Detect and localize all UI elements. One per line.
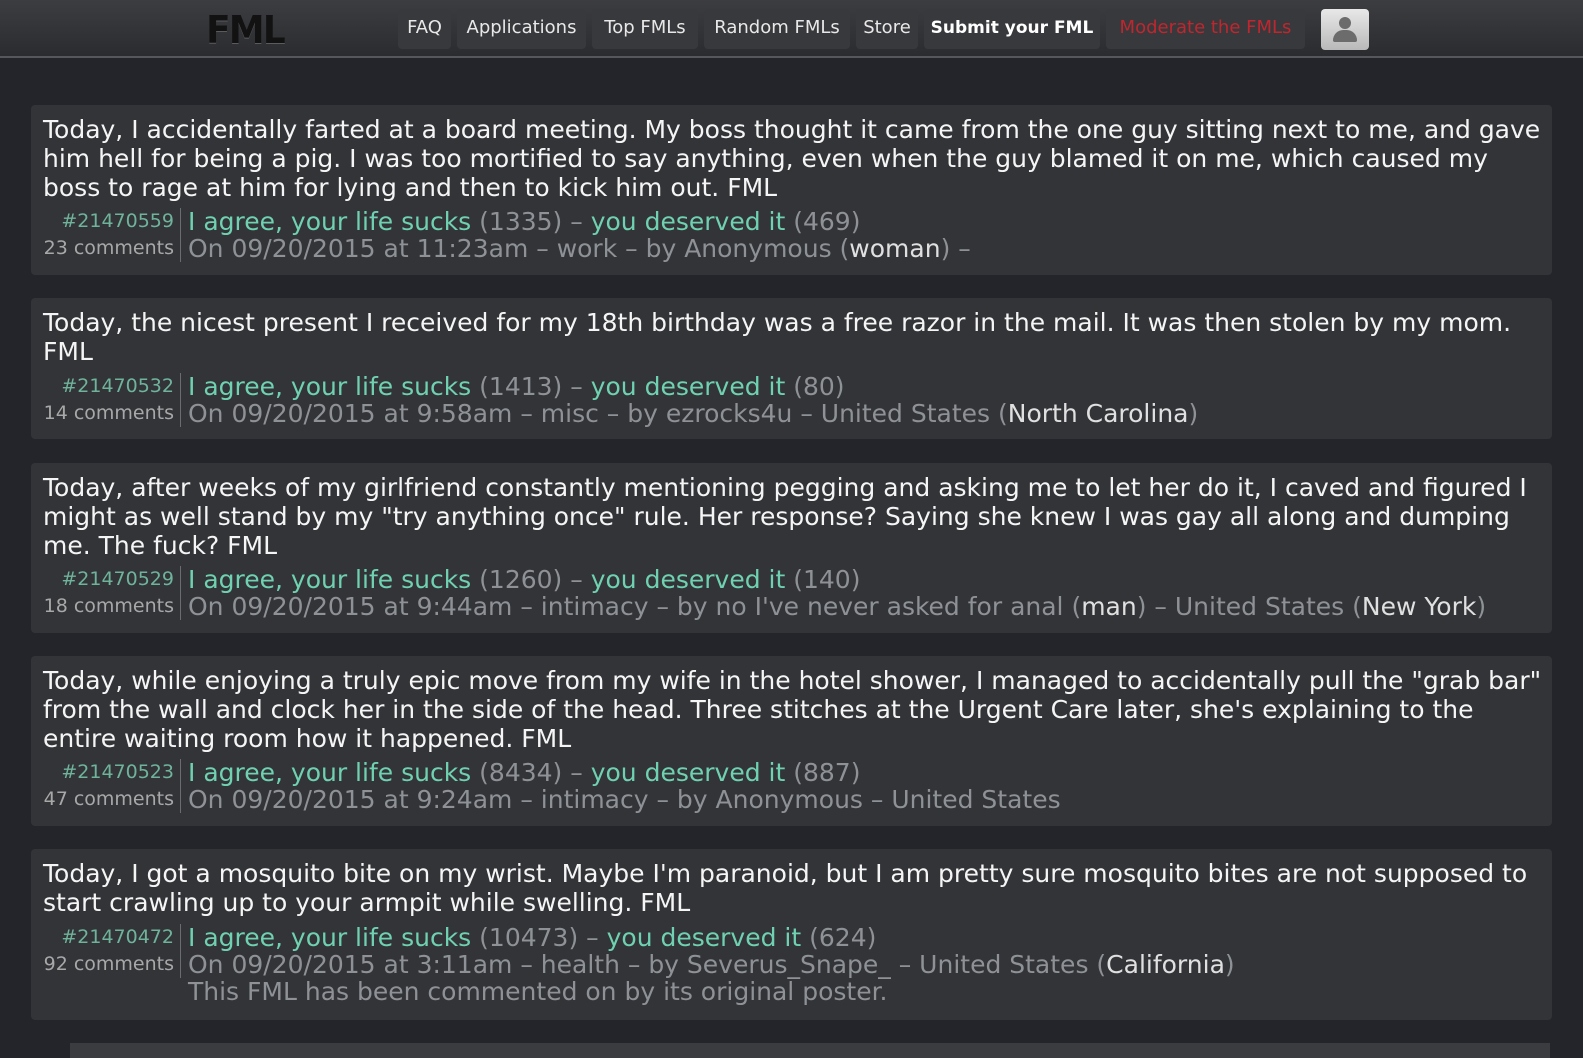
nav-store[interactable]: Store bbox=[856, 9, 918, 49]
post-id-link[interactable]: #21470472 bbox=[31, 924, 174, 951]
date-line: On 09/20/2015 at 9:24am – intimacy – by … bbox=[188, 786, 1538, 813]
post-meta-right: I agree, your life sucks (1260) – you de… bbox=[188, 566, 1538, 620]
agree-count: (1335) bbox=[479, 207, 563, 236]
deserved-count: (140) bbox=[793, 565, 861, 594]
fml-post: Today, I accidentally farted at a board … bbox=[31, 105, 1552, 275]
deserved-count: (624) bbox=[809, 923, 877, 952]
date-category-author: On 09/20/2015 at 11:23am – work – by Ano… bbox=[188, 234, 850, 263]
post-meta-right: I agree, your life sucks (10473) – you d… bbox=[188, 924, 1538, 1005]
date-category-author: On 09/20/2015 at 9:58am – misc – by ezro… bbox=[188, 399, 1008, 428]
fml-post: Today, after weeks of my girlfriend cons… bbox=[31, 463, 1552, 633]
author-region: New York bbox=[1361, 592, 1477, 621]
deserved-link[interactable]: you deserved it bbox=[591, 758, 786, 787]
agree-count: (1413) bbox=[479, 372, 563, 401]
post-text: Today, I accidentally farted at a board … bbox=[43, 115, 1541, 202]
date-tail: ) bbox=[1224, 950, 1235, 979]
post-text: Today, I got a mosquito bite on my wrist… bbox=[43, 859, 1528, 917]
post-meta-right: I agree, your life sucks (1335) – you de… bbox=[188, 208, 1538, 262]
nav-faq[interactable]: FAQ bbox=[398, 9, 451, 49]
separator: – bbox=[562, 207, 591, 236]
post-meta-left: #21470472 92 comments bbox=[31, 924, 181, 978]
date-tail: ) – bbox=[940, 234, 971, 263]
deserved-count: (80) bbox=[793, 372, 845, 401]
post-meta-right: I agree, your life sucks (8434) – you de… bbox=[188, 759, 1538, 813]
author-region: California bbox=[1106, 950, 1225, 979]
fml-post: Today, I got a mosquito bite on my wrist… bbox=[31, 849, 1552, 1020]
agree-link[interactable]: I agree, your life sucks bbox=[188, 565, 471, 594]
post-text: Today, after weeks of my girlfriend cons… bbox=[43, 473, 1527, 560]
fml-post: Today, the nicest present I received for… bbox=[31, 298, 1552, 439]
vote-line: I agree, your life sucks (8434) – you de… bbox=[188, 759, 1538, 786]
agree-count: (8434) bbox=[479, 758, 563, 787]
post-meta-left: #21470529 18 comments bbox=[31, 566, 181, 620]
post-id-link[interactable]: #21470559 bbox=[31, 208, 174, 235]
post-meta-left: #21470532 14 comments bbox=[31, 373, 181, 427]
date-category-author: On 09/20/2015 at 3:11am – health – by Se… bbox=[188, 950, 1107, 979]
vote-line: I agree, your life sucks (1413) – you de… bbox=[188, 373, 1538, 400]
date-category-author: On 09/20/2015 at 9:44am – intimacy – by … bbox=[188, 592, 1082, 621]
author-gender: man bbox=[1081, 592, 1137, 621]
comments-link[interactable]: 18 comments bbox=[31, 593, 174, 620]
date-line: On 09/20/2015 at 9:58am – misc – by ezro… bbox=[188, 400, 1538, 427]
date-line: On 09/20/2015 at 11:23am – work – by Ano… bbox=[188, 235, 1538, 262]
comments-link[interactable]: 47 comments bbox=[31, 786, 174, 813]
post-text: Today, while enjoying a truly epic move … bbox=[43, 666, 1542, 753]
bottom-panel-edge bbox=[70, 1043, 1550, 1058]
deserved-link[interactable]: you deserved it bbox=[591, 372, 786, 401]
post-id-link[interactable]: #21470529 bbox=[31, 566, 174, 593]
post-meta-right: I agree, your life sucks (1413) – you de… bbox=[188, 373, 1538, 427]
nav-applications[interactable]: Applications bbox=[457, 9, 586, 49]
post-id-link[interactable]: #21470532 bbox=[31, 373, 174, 400]
separator: – bbox=[562, 372, 591, 401]
nav-random-fmls[interactable]: Random FMLs bbox=[704, 9, 850, 49]
separator: – bbox=[562, 758, 591, 787]
separator: – bbox=[562, 565, 591, 594]
agree-count: (10473) bbox=[479, 923, 579, 952]
vote-line: I agree, your life sucks (10473) – you d… bbox=[188, 924, 1538, 951]
agree-link[interactable]: I agree, your life sucks bbox=[188, 923, 471, 952]
comments-link[interactable]: 14 comments bbox=[31, 400, 174, 427]
post-text: Today, the nicest present I received for… bbox=[43, 308, 1512, 366]
comments-link[interactable]: 23 comments bbox=[31, 235, 174, 262]
deserved-count: (887) bbox=[793, 758, 861, 787]
user-icon bbox=[1339, 17, 1351, 29]
date-line: On 09/20/2015 at 3:11am – health – by Se… bbox=[188, 951, 1538, 978]
nav-submit-fml[interactable]: Submit your FML bbox=[924, 9, 1100, 49]
deserved-link[interactable]: you deserved it bbox=[591, 207, 786, 236]
author-region: North Carolina bbox=[1007, 399, 1189, 428]
separator: – bbox=[578, 923, 607, 952]
date-category-author: On 09/20/2015 at 9:24am – intimacy – by … bbox=[188, 785, 1061, 814]
deserved-link[interactable]: you deserved it bbox=[591, 565, 786, 594]
date-tail: ) – United States ( bbox=[1136, 592, 1362, 621]
date-tail-2: ) bbox=[1476, 592, 1487, 621]
agree-link[interactable]: I agree, your life sucks bbox=[188, 758, 471, 787]
vote-line: I agree, your life sucks (1260) – you de… bbox=[188, 566, 1538, 593]
vote-line: I agree, your life sucks (1335) – you de… bbox=[188, 208, 1538, 235]
post-meta-left: #21470523 47 comments bbox=[31, 759, 181, 813]
top-navigation-bar: FML FAQ Applications Top FMLs Random FML… bbox=[0, 0, 1583, 58]
nav-moderate-fmls[interactable]: Moderate the FMLs bbox=[1106, 9, 1305, 49]
op-commented-note: This FML has been commented on by its or… bbox=[188, 977, 888, 1006]
post-id-link[interactable]: #21470523 bbox=[31, 759, 174, 786]
author-gender: woman bbox=[849, 234, 941, 263]
fml-logo[interactable]: FML bbox=[206, 8, 286, 52]
fml-post: Today, while enjoying a truly epic move … bbox=[31, 656, 1552, 826]
nav-top-fmls[interactable]: Top FMLs bbox=[592, 9, 698, 49]
agree-link[interactable]: I agree, your life sucks bbox=[188, 372, 471, 401]
agree-link[interactable]: I agree, your life sucks bbox=[188, 207, 471, 236]
deserved-count: (469) bbox=[793, 207, 861, 236]
date-tail: ) bbox=[1188, 399, 1199, 428]
user-icon-body bbox=[1333, 30, 1357, 42]
deserved-link[interactable]: you deserved it bbox=[607, 923, 802, 952]
comments-link[interactable]: 92 comments bbox=[31, 951, 174, 978]
agree-count: (1260) bbox=[479, 565, 563, 594]
post-meta-left: #21470559 23 comments bbox=[31, 208, 181, 262]
date-line: On 09/20/2015 at 9:44am – intimacy – by … bbox=[188, 593, 1538, 620]
user-account-button[interactable] bbox=[1321, 9, 1369, 50]
